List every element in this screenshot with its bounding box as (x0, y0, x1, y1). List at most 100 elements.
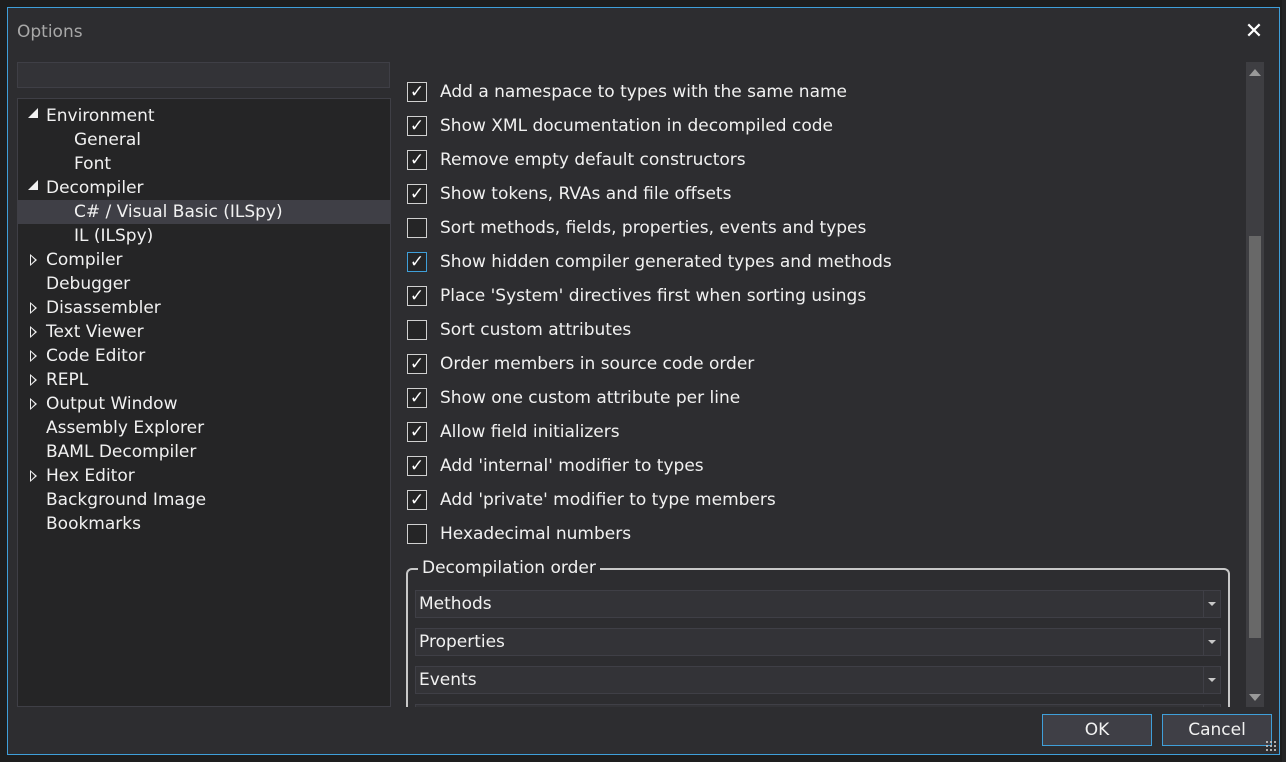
checkbox-checked[interactable]: ✓ (407, 252, 427, 272)
tree-item[interactable]: Background Image (18, 488, 390, 512)
checkbox-checked[interactable]: ✓ (407, 150, 427, 170)
checkbox-unchecked[interactable] (407, 218, 427, 238)
option-row[interactable]: Hexadecimal numbers (407, 521, 1227, 547)
tree-item-label: Background Image (46, 490, 207, 510)
tree-item[interactable]: Compiler (18, 248, 390, 272)
collapsed-triangle-icon[interactable] (26, 344, 40, 368)
background-editor-bottom (8, 756, 1286, 762)
tree-item-label: Output Window (46, 394, 178, 414)
order-combobox[interactable]: Fields (415, 704, 1221, 707)
option-label: Add 'private' modifier to type members (440, 490, 776, 510)
resize-grip-icon[interactable] (1265, 740, 1277, 752)
tree-item[interactable]: Disassembler (18, 296, 390, 320)
option-label: Show hidden compiler generated types and… (440, 252, 892, 272)
tree-item[interactable]: Code Editor (18, 344, 390, 368)
ok-button[interactable]: OK (1042, 714, 1152, 746)
collapsed-triangle-icon[interactable] (26, 368, 40, 392)
options-tree: Environment General Font Decompiler C# / Vis… (17, 98, 391, 707)
option-row[interactable]: ✓ Show hidden compiler generated types an… (407, 249, 1227, 275)
tree-item[interactable]: BAML Decompiler (18, 440, 390, 464)
vertical-scrollbar[interactable] (1246, 62, 1264, 707)
option-row[interactable]: ✓ Show XML documentation in decompiled co… (407, 113, 1227, 139)
option-label: Sort custom attributes (440, 320, 632, 340)
close-button[interactable]: ✕ (1239, 16, 1269, 46)
checkbox-checked[interactable]: ✓ (407, 184, 427, 204)
collapsed-triangle-icon[interactable] (26, 248, 40, 272)
tree-item[interactable]: Hex Editor (18, 464, 390, 488)
tree-item-label: Compiler (46, 250, 123, 270)
checkmark-icon: ✓ (409, 456, 425, 476)
expanded-triangle-icon[interactable] (26, 104, 40, 128)
checkbox-checked[interactable]: ✓ (407, 116, 427, 136)
tree-item-label: C# / Visual Basic (ILSpy) (74, 202, 283, 222)
cancel-button[interactable]: Cancel (1162, 714, 1272, 746)
title-bar[interactable]: Options ✕ (8, 8, 1279, 54)
option-row[interactable]: ✓ Remove empty default constructors (407, 147, 1227, 173)
order-combobox-value: Properties (419, 632, 505, 652)
tree-item-label: REPL (46, 370, 89, 390)
scroll-thumb[interactable] (1249, 236, 1261, 638)
tree-item[interactable]: Assembly Explorer (18, 416, 390, 440)
tree-item-label: Disassembler (46, 298, 161, 318)
checkmark-icon: ✓ (409, 422, 425, 442)
scroll-up-icon[interactable] (1246, 62, 1264, 82)
checkbox-checked[interactable]: ✓ (407, 456, 427, 476)
option-row[interactable]: Sort methods, fields, properties, events… (407, 215, 1227, 241)
tree-item-label: Environment (46, 106, 155, 126)
option-label: Add 'internal' modifier to types (440, 456, 704, 476)
option-row[interactable]: ✓ Show one custom attribute per line (407, 385, 1227, 411)
search-input[interactable] (17, 62, 390, 88)
tree-item[interactable]: REPL (18, 368, 390, 392)
option-label: Order members in source code order (440, 354, 755, 374)
checkbox-checked[interactable]: ✓ (407, 286, 427, 306)
tree-item[interactable]: General (18, 128, 390, 152)
chevron-down-icon[interactable] (1203, 667, 1220, 693)
collapsed-triangle-icon[interactable] (26, 464, 40, 488)
chevron-down-icon[interactable] (1203, 705, 1220, 707)
tree-item[interactable]: Debugger (18, 272, 390, 296)
option-label: Show one custom attribute per line (440, 388, 741, 408)
background-editor-right (1282, 0, 1286, 762)
collapsed-triangle-icon[interactable] (26, 392, 40, 416)
option-row[interactable]: ✓ Show tokens, RVAs and file offsets (407, 181, 1227, 207)
tree-item-label: Hex Editor (46, 466, 135, 486)
option-row[interactable]: ✓ Allow field initializers (407, 419, 1227, 445)
tree-item[interactable]: C# / Visual Basic (ILSpy) (18, 200, 390, 224)
tree-item[interactable]: IL (ILSpy) (18, 224, 390, 248)
tree-item-label: IL (ILSpy) (74, 226, 154, 246)
collapsed-triangle-icon[interactable] (26, 320, 40, 344)
order-combobox[interactable]: Events (415, 666, 1221, 694)
checkbox-unchecked[interactable] (407, 524, 427, 544)
option-row[interactable]: Sort custom attributes (407, 317, 1227, 343)
scroll-down-icon[interactable] (1246, 687, 1264, 707)
collapsed-triangle-icon[interactable] (26, 296, 40, 320)
tree-item-label: BAML Decompiler (46, 442, 197, 462)
checkbox-unchecked[interactable] (407, 320, 427, 340)
tree-item[interactable]: Bookmarks (18, 512, 390, 536)
expanded-triangle-icon[interactable] (26, 176, 40, 200)
chevron-down-icon[interactable] (1203, 591, 1220, 617)
checkbox-checked[interactable]: ✓ (407, 82, 427, 102)
tree-item-label: Code Editor (46, 346, 146, 366)
option-row[interactable]: ✓ Order members in source code order (407, 351, 1227, 377)
checkmark-icon: ✓ (409, 150, 425, 170)
checkbox-checked[interactable]: ✓ (407, 388, 427, 408)
tree-item[interactable]: Output Window (18, 392, 390, 416)
order-combobox[interactable]: Methods (415, 590, 1221, 618)
tree-item[interactable]: Text Viewer (18, 320, 390, 344)
order-combobox-value: Methods (419, 594, 492, 614)
option-row[interactable]: ✓ Add a namespace to types with the same … (407, 79, 1227, 105)
checkbox-checked[interactable]: ✓ (407, 354, 427, 374)
tree-item[interactable]: Environment (18, 104, 390, 128)
order-combobox[interactable]: Properties (415, 628, 1221, 656)
tree-item[interactable]: Decompiler (18, 176, 390, 200)
checkbox-checked[interactable]: ✓ (407, 490, 427, 510)
checkbox-checked[interactable]: ✓ (407, 422, 427, 442)
options-content: ✓ Add a namespace to types with the same … (399, 62, 1242, 707)
order-combobox-value: Events (419, 670, 477, 690)
chevron-down-icon[interactable] (1203, 629, 1220, 655)
tree-item[interactable]: Font (18, 152, 390, 176)
option-row[interactable]: ✓ Add 'private' modifier to type members (407, 487, 1227, 513)
option-row[interactable]: ✓ Place 'System' directives first when so… (407, 283, 1227, 309)
option-row[interactable]: ✓ Add 'internal' modifier to types (407, 453, 1227, 479)
